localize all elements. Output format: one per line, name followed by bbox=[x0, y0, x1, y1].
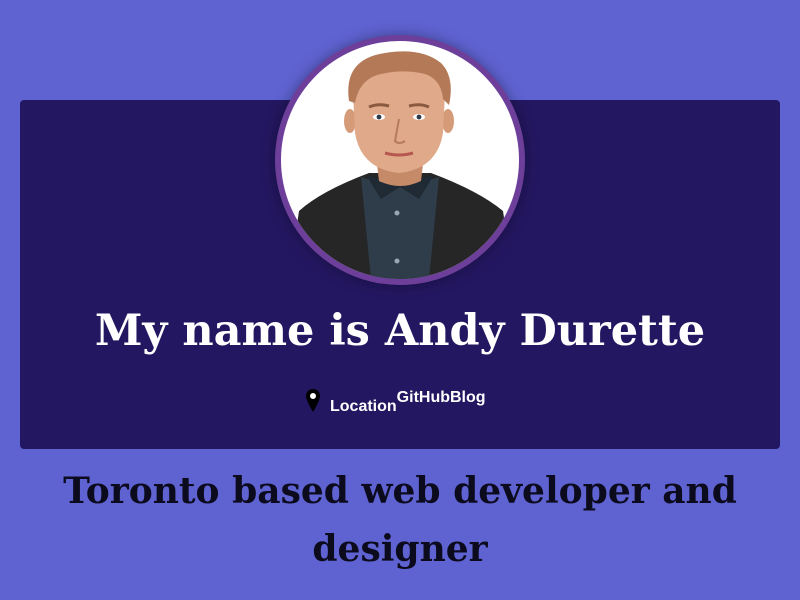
tagline: Toronto based web developer and designer bbox=[63, 470, 737, 570]
avatar-illustration bbox=[281, 41, 519, 279]
github-link[interactable]: GitHub bbox=[397, 389, 450, 407]
blog-link[interactable]: Blog bbox=[450, 389, 486, 407]
map-pin-icon bbox=[306, 389, 320, 412]
location-link[interactable]: Location bbox=[330, 398, 397, 416]
profile-avatar bbox=[275, 35, 525, 285]
profile-links: Location GitHub Blog bbox=[305, 388, 486, 418]
page-title: My name is Andy Durette bbox=[94, 306, 706, 356]
